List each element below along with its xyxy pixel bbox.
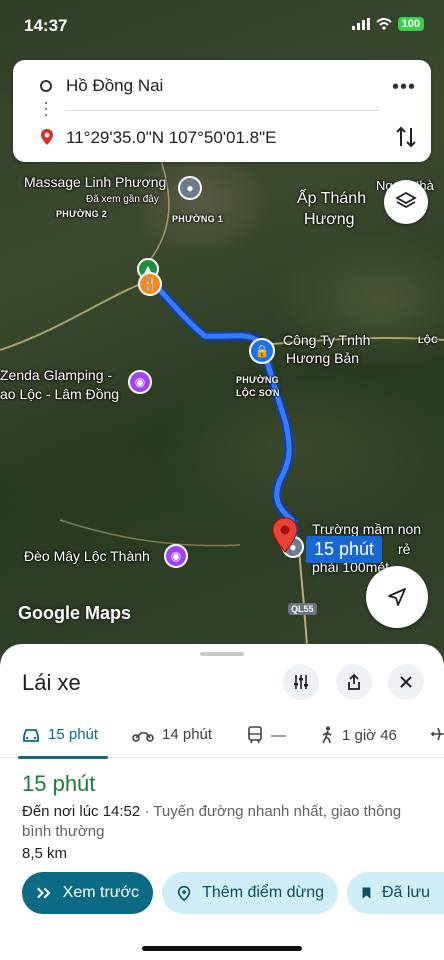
bookmark-icon: [362, 887, 371, 899]
map-view[interactable]: 14:37 100 Hồ Đồng Nai ••• 11°29'35.0"N 1…: [0, 0, 444, 660]
eta-bubble[interactable]: 15 phút: [306, 536, 383, 563]
preview-button[interactable]: Xem trước: [22, 872, 153, 914]
area-label-ap-thanh-huong-2: Hương: [304, 211, 355, 228]
recent-label: Đã xem gần đây: [86, 194, 159, 205]
navigation-arrow-icon: [388, 588, 406, 606]
google-maps-logo: Google Maps: [18, 603, 132, 623]
tab-walking-label: 1 giờ 46: [342, 726, 397, 744]
airplane-icon: [431, 727, 444, 741]
poi-label-zenda-2[interactable]: ao Lộc - Lâm Đồng: [0, 386, 119, 402]
status-time: 14:37: [24, 16, 68, 35]
destination-pin-icon-map[interactable]: [270, 516, 300, 556]
close-icon: [400, 676, 412, 688]
dots-vertical-icon: [45, 102, 47, 120]
poi-label-company-2[interactable]: Hương Bản: [286, 350, 359, 366]
share-icon: [348, 673, 360, 690]
route-description: Đến nơi lúc 14:52 · Tuyến đường nhanh nh…: [22, 802, 422, 842]
road-shield: QL55: [288, 603, 317, 615]
area-label-phuong-loc-son-2: LỘC SƠN: [236, 388, 280, 398]
destination-pin-icon: [41, 129, 53, 145]
sheet-drag-handle[interactable]: [200, 652, 244, 656]
poi-label-company[interactable]: Công Ty Tnhh: [283, 332, 370, 348]
swap-vertical-icon[interactable]: [394, 124, 418, 150]
add-stop-button-label: Thêm điểm dừng: [202, 884, 324, 901]
tab-flight[interactable]: [430, 726, 444, 742]
poi-label-school-2[interactable]: rẻ: [398, 541, 410, 557]
poi-label-deo-may[interactable]: Đèo Mây Lộc Thành: [24, 548, 150, 564]
poi-label-massage[interactable]: Massage Linh Phương: [24, 174, 166, 190]
poi-label-zenda[interactable]: Zenda Glamping -: [0, 367, 112, 383]
layers-button[interactable]: [384, 180, 428, 224]
tab-motorbike[interactable]: 14 phút: [132, 726, 212, 743]
saved-button[interactable]: Đã lưu: [347, 872, 444, 914]
battery-indicator: 100: [397, 17, 424, 31]
car-icon: [23, 728, 39, 742]
sheet-title: Lái xe: [22, 670, 81, 695]
tab-walking[interactable]: 1 giờ 46: [320, 726, 397, 744]
my-location-button[interactable]: [366, 566, 428, 628]
double-chevron-right-icon: [37, 887, 51, 899]
add-location-icon: [177, 885, 191, 902]
directions-bottom-sheet[interactable]: Lái xe 15 phút 14 phút — 1 giờ 46 15 phú…: [0, 644, 444, 960]
shopping-icon[interactable]: 🔒: [249, 338, 275, 364]
preview-button-label: Xem trước: [62, 884, 139, 901]
route-duration: 15 phút: [22, 771, 96, 796]
area-label-loc: LỘC: [418, 335, 438, 345]
arrival-time: Đến nơi lúc 14:52: [22, 803, 141, 820]
walk-icon: [322, 726, 332, 744]
poi-label-school[interactable]: Trường mầm non: [312, 521, 421, 537]
origin-circle-icon: [40, 80, 52, 92]
active-tab-indicator: [18, 756, 108, 759]
camera-poi-icon[interactable]: ◉: [128, 370, 152, 394]
close-button[interactable]: [388, 664, 424, 700]
share-button[interactable]: [336, 664, 372, 700]
destination-input[interactable]: 11°29'35.0"N 107°50'01.8"E: [66, 128, 277, 148]
tab-motorbike-label: 14 phút: [162, 726, 213, 743]
signal-icon: [351, 18, 370, 30]
camera-poi-icon-2[interactable]: ◉: [164, 544, 188, 568]
add-stop-button[interactable]: Thêm điểm dừng: [162, 872, 338, 914]
motorbike-icon: [132, 731, 154, 742]
transit-icon: [248, 726, 262, 744]
travel-mode-tabs: 15 phút 14 phút — 1 giờ 46: [0, 722, 444, 759]
route-distance: 8,5 km: [22, 845, 68, 862]
home-indicator: [142, 946, 302, 951]
tab-driving-label: 15 phút: [48, 726, 99, 743]
saved-button-label: Đã lưu: [381, 884, 430, 901]
tab-transit[interactable]: —: [247, 726, 286, 744]
wifi-icon: [375, 18, 392, 30]
more-horizontal-icon[interactable]: •••: [392, 76, 416, 99]
route-options-button[interactable]: [283, 664, 319, 700]
tab-transit-label: —: [271, 726, 286, 744]
area-label-phuong-loc-son: PHƯỜNG: [236, 375, 279, 385]
restaurant-icon[interactable]: 🍴: [138, 272, 162, 296]
area-label-phuong2: PHƯỜNG 2: [56, 209, 108, 219]
recent-place-icon[interactable]: ●: [178, 176, 202, 200]
tune-icon: [294, 675, 308, 689]
card-divider: [66, 110, 380, 111]
tab-driving[interactable]: 15 phút: [22, 726, 98, 743]
layers-icon: [395, 191, 417, 209]
area-label-ap-thanh-huong: Ấp Thánh: [297, 190, 367, 207]
route-line: [145, 275, 299, 551]
status-bar: 14:37 100: [0, 0, 444, 52]
origin-input[interactable]: Hồ Đồng Nai: [66, 76, 163, 96]
area-label-phuong1: PHƯỜNG 1: [172, 214, 224, 224]
